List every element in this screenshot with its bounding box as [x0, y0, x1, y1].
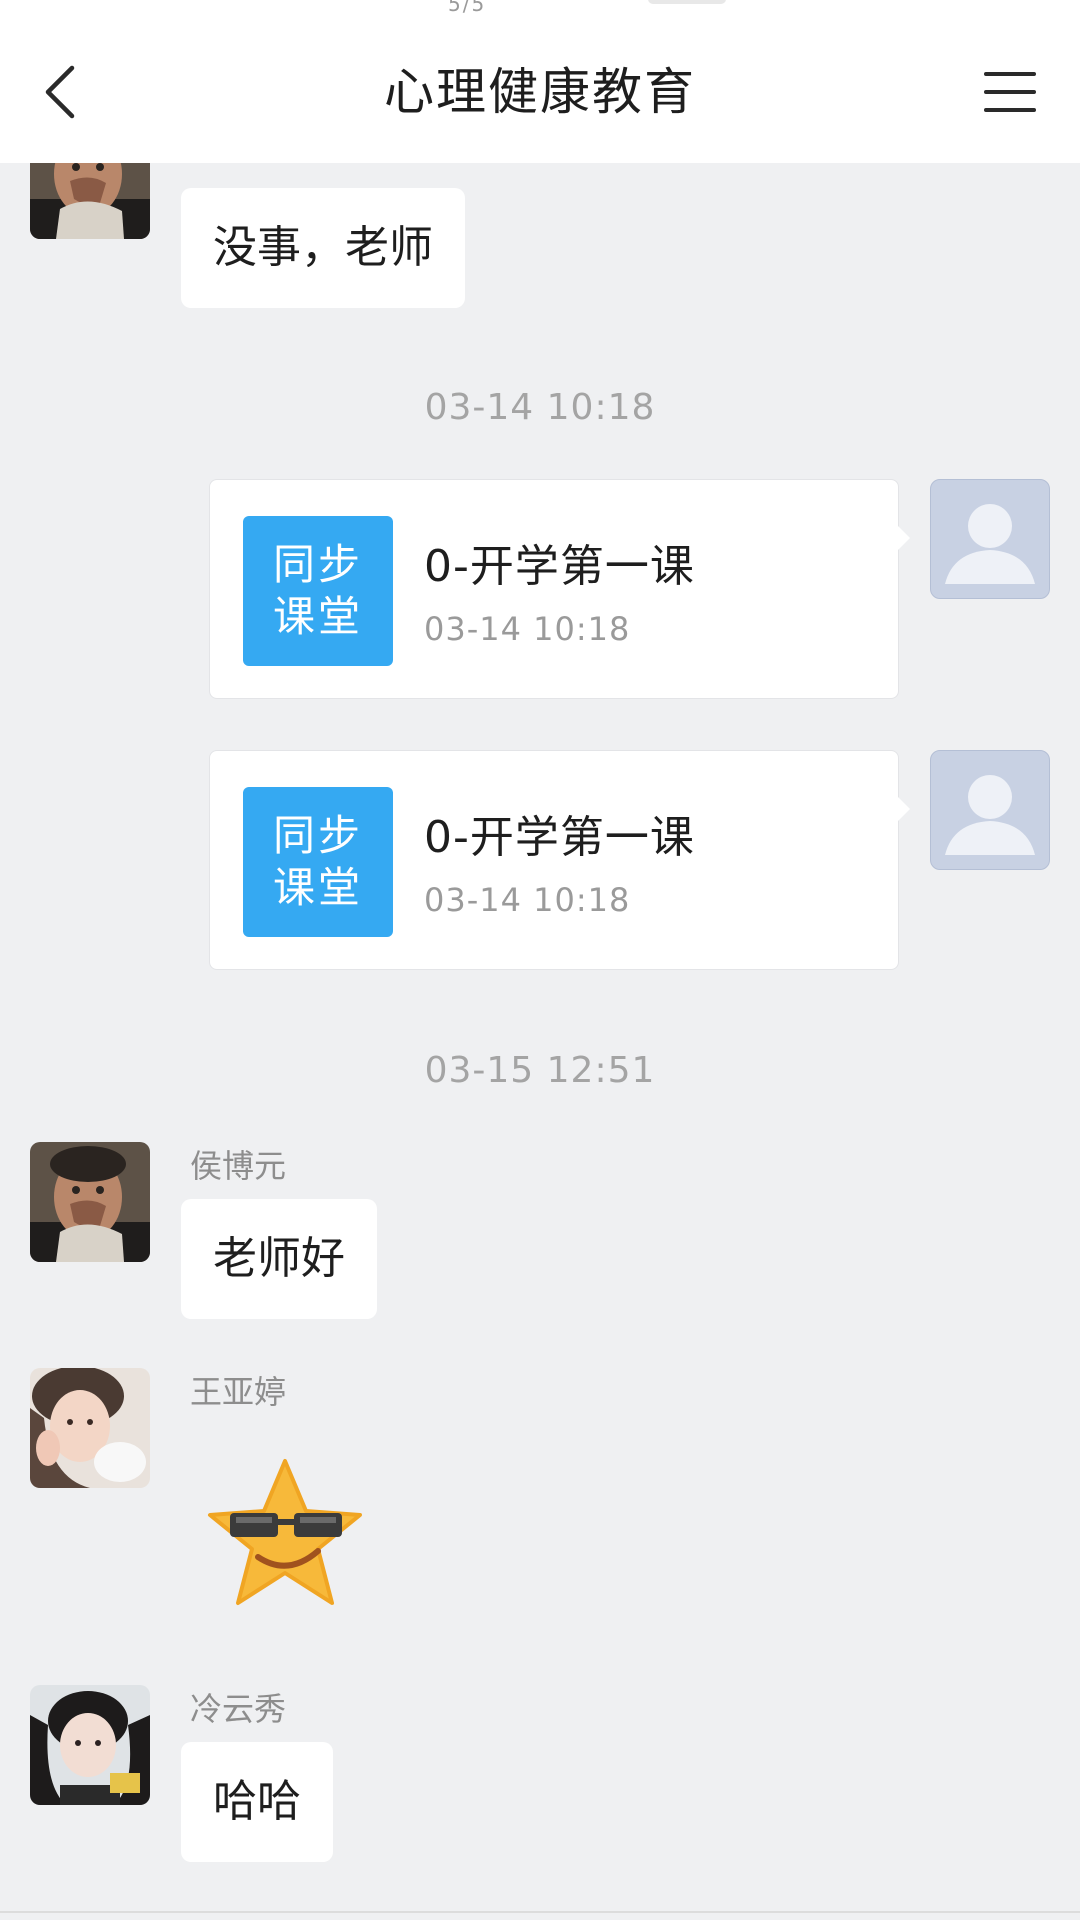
star-sunglasses-sticker[interactable] — [200, 1453, 370, 1623]
header-bar: 5/5 心理健康教育 — [0, 0, 1080, 163]
sender-name: 王亚婷 — [190, 1373, 287, 1411]
course-badge: 同步 课堂 — [243, 516, 393, 666]
menu-button[interactable] — [976, 66, 1038, 118]
course-card[interactable]: 同步 课堂 0-开学第一课 03-14 10:18 — [209, 479, 910, 699]
avatar-self[interactable] — [930, 750, 1050, 870]
avatar-wang-yating[interactable] — [30, 1368, 150, 1488]
course-badge: 同步 课堂 — [243, 787, 393, 937]
person-silhouette-icon — [945, 504, 1035, 584]
card-title: 0-开学第一课 — [424, 541, 695, 592]
message-bubble[interactable]: 没事，老师 — [181, 188, 465, 308]
sender-name: 侯博元 — [190, 1147, 287, 1185]
badge-line-1: 同步 — [272, 540, 363, 589]
avatar-hou-boyuan[interactable] — [30, 1142, 150, 1262]
course-card[interactable]: 同步 课堂 0-开学第一课 03-14 10:18 — [209, 750, 910, 970]
avatar-leng-yunxiu[interactable] — [30, 1685, 150, 1805]
message-bubble[interactable]: 哈哈 — [181, 1742, 333, 1862]
status-bar-fragment: 5/5 — [448, 0, 487, 16]
chat-message-list[interactable]: 没事，老师 03-14 10:18 同步 课堂 0-开学第一课 03-14 10… — [0, 163, 1080, 1920]
avatar-self[interactable] — [930, 479, 1050, 599]
card-time: 03-14 10:18 — [424, 881, 631, 919]
avatar-hou-boyuan[interactable] — [30, 163, 150, 239]
timestamp-divider: 03-15 12:51 — [424, 1050, 656, 1091]
person-silhouette-icon — [945, 775, 1035, 855]
card-title: 0-开学第一课 — [424, 812, 695, 863]
status-bar-indicator — [648, 0, 726, 4]
sender-name: 冷云秀 — [190, 1690, 287, 1728]
card-time: 03-14 10:18 — [424, 610, 631, 648]
badge-line-2: 课堂 — [272, 863, 363, 912]
page-title: 心理健康教育 — [384, 63, 696, 121]
message-bubble[interactable]: 老师好 — [181, 1199, 377, 1319]
badge-line-1: 同步 — [272, 811, 363, 860]
timestamp-divider: 03-14 10:18 — [424, 387, 656, 428]
input-bar-divider — [0, 1911, 1080, 1913]
badge-line-2: 课堂 — [272, 592, 363, 641]
